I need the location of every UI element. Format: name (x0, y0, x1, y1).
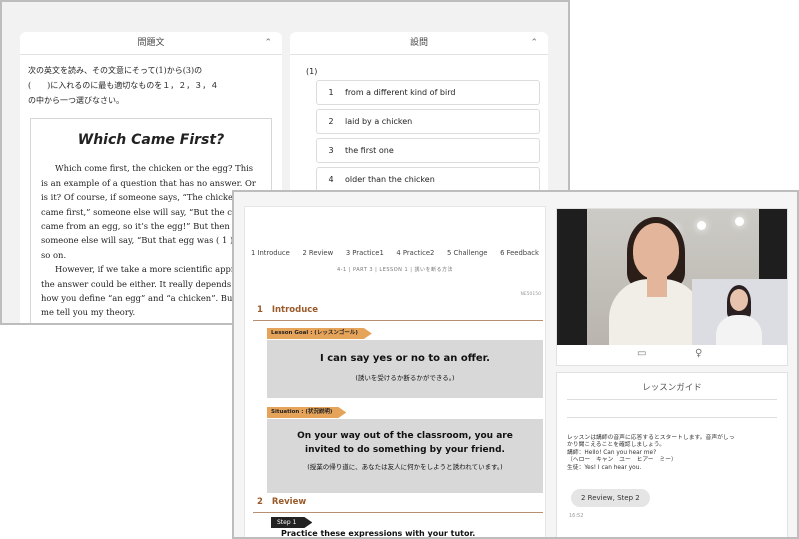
lesson-goal-tag: Lesson Goal : (レッスンゴール) (267, 328, 372, 339)
situation-line-2: invited to do something by your friend. (305, 445, 505, 455)
student-face (730, 289, 748, 311)
answer-choice-4[interactable]: 4 older than the chicken (316, 167, 540, 192)
tab-challenge[interactable]: 5 Challenge (447, 249, 487, 257)
step-tag: Step 1 (271, 517, 312, 528)
instruction-line: の中から一つ選びなさい。 (28, 96, 124, 105)
guide-divider (567, 417, 777, 418)
tutor-video (557, 209, 787, 345)
camera-icon[interactable]: ▭ (637, 348, 646, 359)
choice-number: 2 (328, 117, 334, 126)
section-introduce-title: 1 Introduce (257, 305, 318, 315)
tab-introduce[interactable]: 1 Introduce (251, 249, 290, 257)
microphone-icon[interactable]: ♀ (695, 348, 702, 359)
passage-title: Which Came First? (77, 132, 225, 148)
question-header-label: 設問 (409, 38, 428, 48)
tab-feedback[interactable]: 6 Feedback (500, 249, 539, 257)
guide-divider (567, 399, 777, 400)
choice-text: from a different kind of bird (345, 88, 456, 97)
lesson-code: NE50150 (520, 292, 541, 297)
choice-text: laid by a chicken (345, 117, 413, 126)
step-instruction: Practice these expressions with your tut… (281, 529, 476, 538)
section-divider (253, 320, 543, 321)
question-panel-header[interactable]: 設問 ⌃ (290, 32, 548, 55)
section-number: 1 (257, 305, 263, 315)
lesson-tabs: 1 Introduce 2 Review 3 Practice1 4 Pract… (245, 249, 545, 257)
choice-number: 4 (328, 175, 334, 184)
section-label: Introduce (271, 305, 319, 315)
tab-practice2[interactable]: 4 Practice2 (396, 249, 434, 257)
lesson-goal-text: I can say yes or no to an offer. (320, 353, 490, 364)
section-review-title: 2 Review (257, 497, 306, 507)
answer-choice-3[interactable]: 3 the first one (316, 138, 540, 163)
lesson-guide-panel: レッスンガイド レッスンは講師の音声に応答するとスタートします。音声がしっ かり… (556, 372, 788, 537)
guide-line: 生徒：Yes! I can hear you. (567, 464, 642, 471)
choice-text: older than the chicken (345, 175, 435, 184)
collapse-chevron-icon[interactable]: ⌃ (530, 32, 538, 54)
ceiling-light (697, 221, 706, 230)
guide-line: かり聞こえることを確認しましょう。 (567, 442, 666, 449)
online-lesson-window: 1 Introduce 2 Review 3 Practice1 4 Pract… (232, 190, 799, 539)
video-call-area: ▭ ♀ (556, 208, 788, 366)
choice-text: the first one (345, 146, 394, 155)
lesson-goal-box: I can say yes or no to an offer. (誘いを受ける… (267, 340, 543, 398)
chat-timestamp: 16:52 (569, 513, 584, 519)
situation-box: On your way out of the classroom, you ar… (267, 419, 543, 493)
instruction-line: ( )に入れるのに最も適切なものを１，２，３，４ (28, 81, 219, 90)
choice-number: 3 (328, 146, 334, 155)
lesson-guide-title: レッスンガイド (642, 383, 702, 393)
tab-review[interactable]: 2 Review (302, 249, 333, 257)
section-divider (253, 512, 543, 513)
choice-number: 1 (328, 88, 334, 97)
student-video[interactable] (692, 279, 787, 345)
student-body (716, 315, 762, 345)
question-number: (1) (306, 67, 318, 76)
lesson-material-panel: 1 Introduce 2 Review 3 Practice1 4 Pract… (244, 206, 546, 538)
section-number: 2 (257, 497, 263, 507)
section-label: Review (271, 497, 307, 507)
situation-translation: (授業の帰り道に、あなたは友人に何かをしようと誘われています。) (307, 463, 503, 471)
lesson-goal-translation: (誘いを受けるか断るかができる。) (355, 374, 455, 382)
ceiling-light (735, 217, 744, 226)
situation-line-1: On your way out of the classroom, you ar… (297, 431, 513, 441)
collapse-chevron-icon[interactable]: ⌃ (264, 32, 272, 54)
guide-line: （ヘロー キャン ユー ヒアー ミー） (567, 457, 677, 464)
passage-paragraph-1: Which come first, the chicken or the egg… (41, 163, 261, 260)
answer-choice-1[interactable]: 1 from a different kind of bird (316, 80, 540, 105)
chat-bubble[interactable]: 2 Review, Step 2 (571, 489, 650, 507)
tutor-face (633, 223, 679, 279)
lesson-breadcrumb: 4-1 | PART 3 | LESSON 1 | 誘いを断る方法 (336, 267, 454, 273)
passage-header-label: 問題文 (137, 38, 165, 48)
instruction-text: 次の英文を読み、その文意にそって(1)から(3)の ( )に入れるのに最も適切な… (28, 63, 274, 108)
situation-tag: Situation : (状況説明) (267, 407, 346, 418)
instruction-line: 次の英文を読み、その文意にそって(1)から(3)の (28, 66, 203, 75)
passage-panel-header[interactable]: 問題文 ⌃ (20, 32, 282, 55)
passage-paragraph-2: However, if we take a more scientific ap… (41, 264, 258, 318)
answer-choice-2[interactable]: 2 laid by a chicken (316, 109, 540, 134)
lesson-guide-message: レッスンは講師の音声に応答するとスタートします。音声がしっ かり聞こえることを確… (567, 435, 777, 472)
tab-practice1[interactable]: 3 Practice1 (346, 249, 384, 257)
